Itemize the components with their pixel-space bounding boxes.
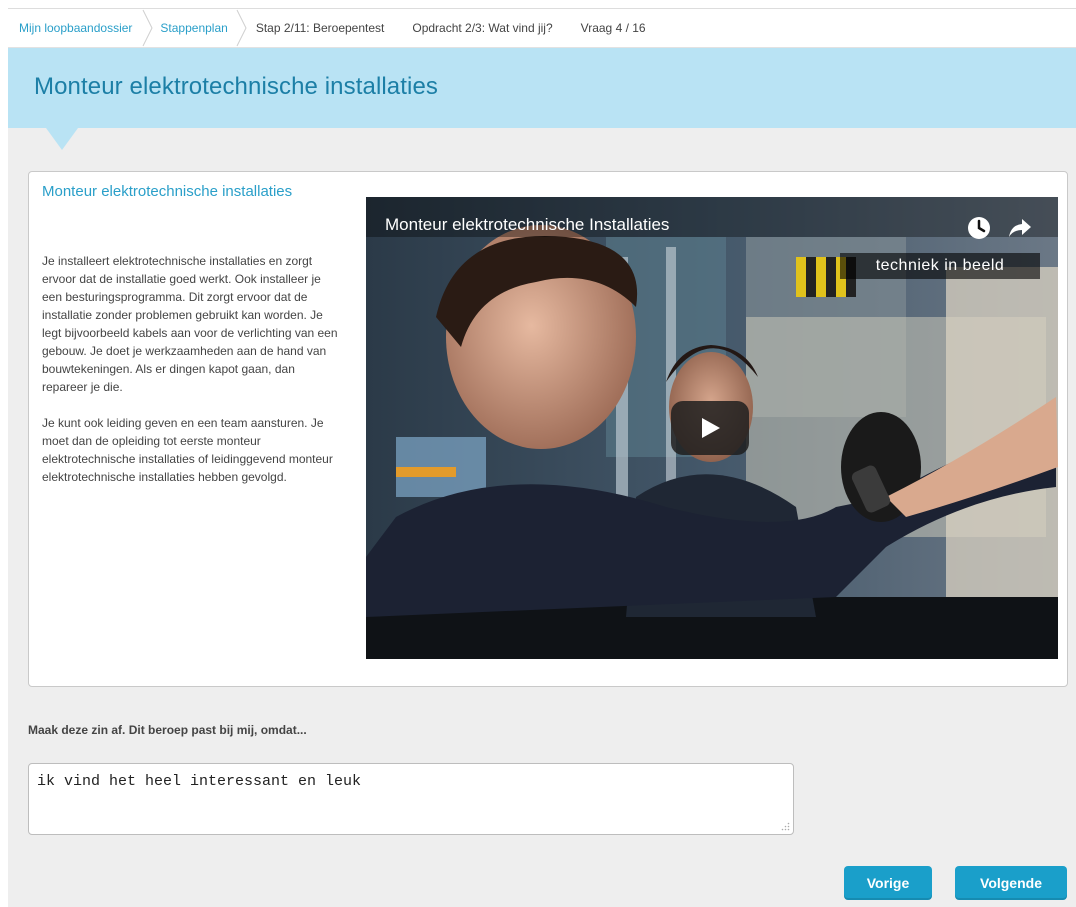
- breadcrumb-label: Stappenplan: [160, 21, 228, 35]
- breadcrumb-separator-icon: [142, 8, 154, 48]
- breadcrumb-separator-icon: [236, 8, 248, 48]
- page-header: Monteur elektrotechnische installaties: [8, 48, 1076, 150]
- previous-button[interactable]: Vorige: [844, 866, 932, 900]
- page-title: Monteur elektrotechnische installaties: [34, 73, 439, 100]
- description-paragraph: Je installeert elektrotechnische install…: [42, 254, 338, 394]
- play-icon: [702, 418, 720, 438]
- breadcrumb-label: Vraag 4 / 16: [580, 21, 646, 35]
- clock-icon[interactable]: [966, 215, 992, 241]
- next-button[interactable]: Volgende: [955, 866, 1067, 900]
- profession-description: Je installeert elektrotechnische install…: [42, 252, 342, 504]
- profession-heading: Monteur elektrotechnische installaties: [42, 183, 293, 200]
- breadcrumb-label: Mijn loopbaandossier: [19, 21, 133, 35]
- breadcrumb-label: Stap 2/11: Beroepentest: [255, 21, 385, 35]
- breadcrumb-assignment: Opdracht 2/3: Wat vind jij?: [398, 8, 566, 48]
- video-title[interactable]: Monteur elektrotechnische Installaties: [385, 215, 669, 235]
- profession-card: Monteur elektrotechnische installaties J…: [28, 171, 1068, 687]
- breadcrumb: Mijn loopbaandossier Stappenplan Stap 2/…: [8, 8, 1076, 48]
- page: Mijn loopbaandossier Stappenplan Stap 2/…: [8, 8, 1076, 907]
- question-prompt: Maak deze zin af. Dit beroep past bij mi…: [28, 723, 307, 737]
- breadcrumb-stappenplan[interactable]: Stappenplan: [148, 8, 247, 48]
- play-button[interactable]: [671, 401, 749, 455]
- resize-handle-icon[interactable]: [781, 822, 790, 831]
- breadcrumb-step: Stap 2/11: Beroepentest: [242, 8, 399, 48]
- header-pointer: [46, 128, 78, 150]
- breadcrumb-loopbaandossier[interactable]: Mijn loopbaandossier: [8, 8, 153, 48]
- breadcrumb-label: Opdracht 2/3: Wat vind jij?: [412, 21, 553, 35]
- breadcrumb-question: Vraag 4 / 16: [567, 8, 660, 48]
- answer-text: ik vind het heel interessant en leuk: [37, 773, 362, 790]
- share-icon[interactable]: [1008, 217, 1032, 239]
- answer-textarea[interactable]: ik vind het heel interessant en leuk: [28, 763, 794, 835]
- video-player[interactable]: Monteur elektrotechnische Installaties t…: [366, 197, 1058, 659]
- description-paragraph: Je kunt ook leiding geven en een team aa…: [42, 416, 333, 484]
- video-watermark: techniek in beeld: [840, 253, 1040, 279]
